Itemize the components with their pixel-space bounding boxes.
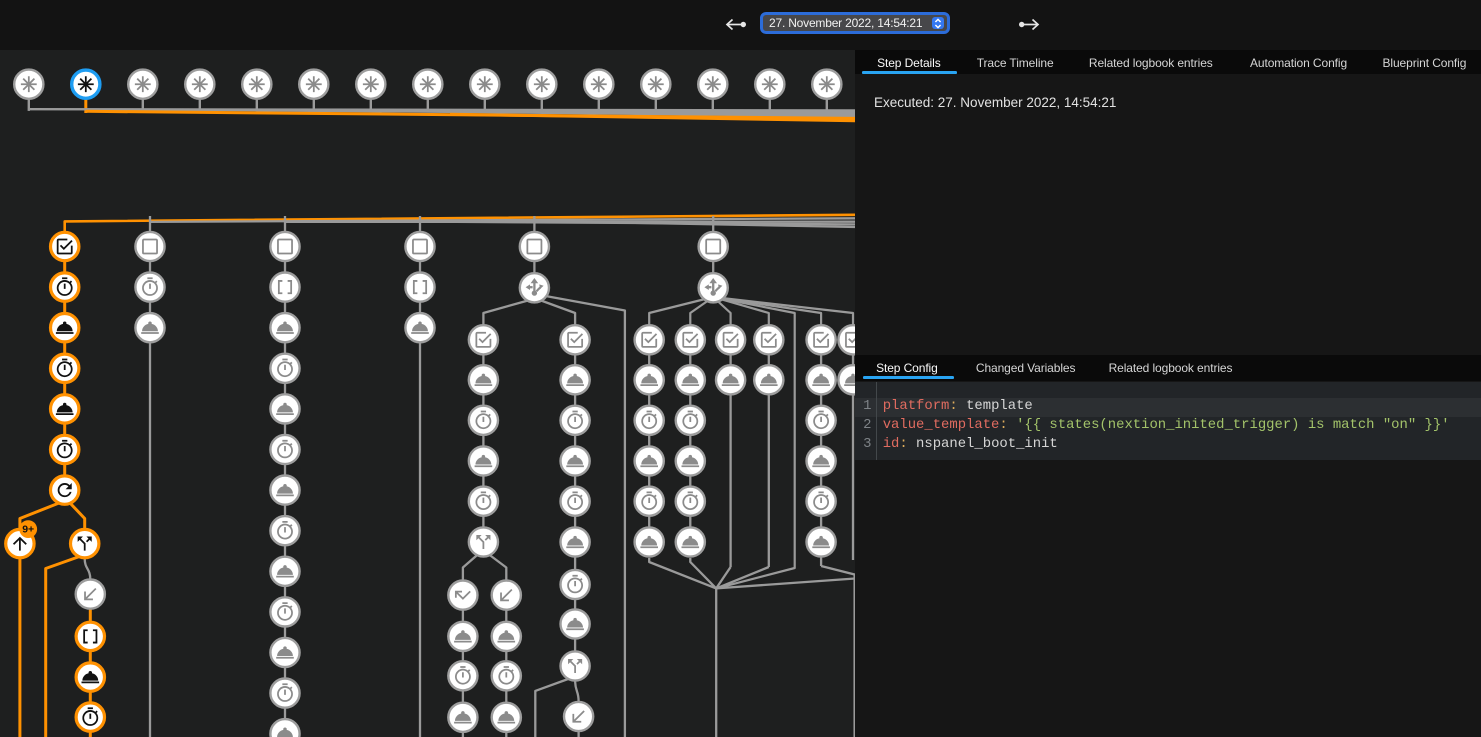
svg-text:9+: 9+ — [22, 524, 34, 536]
